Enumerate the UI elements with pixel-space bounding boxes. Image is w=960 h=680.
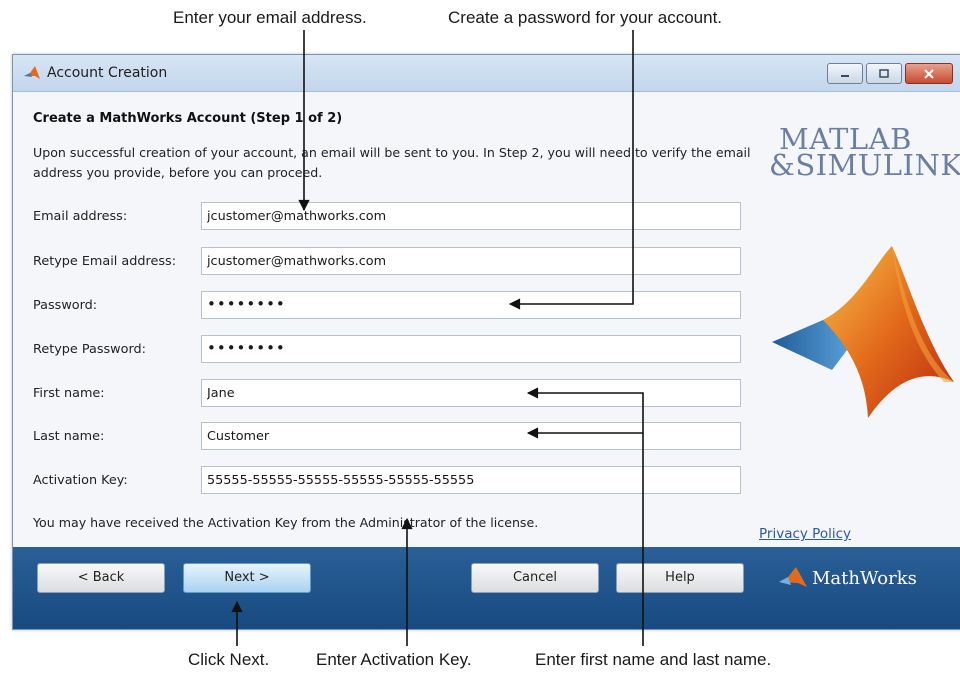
minimize-button[interactable] — [827, 63, 863, 84]
email-label: Email address: — [33, 209, 128, 224]
minimize-icon — [828, 64, 862, 83]
activation-key-field[interactable] — [201, 466, 741, 494]
password-label: Password: — [33, 298, 98, 313]
back-button[interactable]: < Back — [37, 563, 165, 593]
form-panel: Create a MathWorks Account (Step 1 of 2)… — [13, 92, 960, 547]
matlab-membrane-logo — [772, 246, 954, 418]
callout-password: Create a password for your account. — [448, 8, 723, 27]
callout-next: Click Next. — [188, 650, 270, 669]
retype-password-label: Retype Password: — [33, 342, 146, 357]
activation-key-label: Activation Key: — [33, 473, 128, 488]
last-name-field[interactable] — [201, 422, 741, 450]
retype-email-field[interactable] — [201, 247, 741, 275]
last-name-label: Last name: — [33, 429, 105, 444]
callout-email: Enter your email address. — [173, 8, 367, 27]
title-bar[interactable]: Account Creation — [13, 55, 960, 92]
callout-name: Enter first name and last name. — [535, 650, 772, 669]
mathworks-membrane-icon — [779, 567, 807, 587]
next-button[interactable]: Next > — [183, 563, 311, 593]
account-creation-dialog: Account Creation Create a MathWorks Acco… — [12, 54, 960, 630]
intro-text: Upon successful creation of your account… — [33, 145, 751, 180]
close-button[interactable] — [905, 63, 953, 84]
mathworks-logo: MathWorks — [778, 565, 917, 595]
privacy-policy-link[interactable]: Privacy Policy — [759, 526, 851, 542]
maximize-button[interactable] — [866, 63, 902, 84]
retype-password-field[interactable] — [201, 335, 741, 363]
matlab-app-icon — [24, 66, 40, 79]
cancel-button[interactable]: Cancel — [471, 563, 599, 593]
email-field[interactable] — [201, 202, 741, 230]
maximize-icon — [867, 64, 901, 83]
activation-key-note: You may have received the Activation Key… — [33, 515, 539, 530]
first-name-field[interactable] — [201, 379, 741, 407]
page-title: Create a MathWorks Account (Step 1 of 2) — [33, 111, 343, 126]
footer-bar: < Back Next > Cancel Help MathWorks — [13, 547, 960, 629]
window-title: Account Creation — [47, 65, 168, 81]
callout-activation-key: Enter Activation Key. — [316, 650, 472, 669]
close-icon — [906, 64, 952, 83]
first-name-label: First name: — [33, 386, 105, 401]
password-field[interactable] — [201, 291, 741, 319]
retype-email-label: Retype Email address: — [33, 254, 177, 269]
help-button[interactable]: Help — [616, 563, 744, 593]
